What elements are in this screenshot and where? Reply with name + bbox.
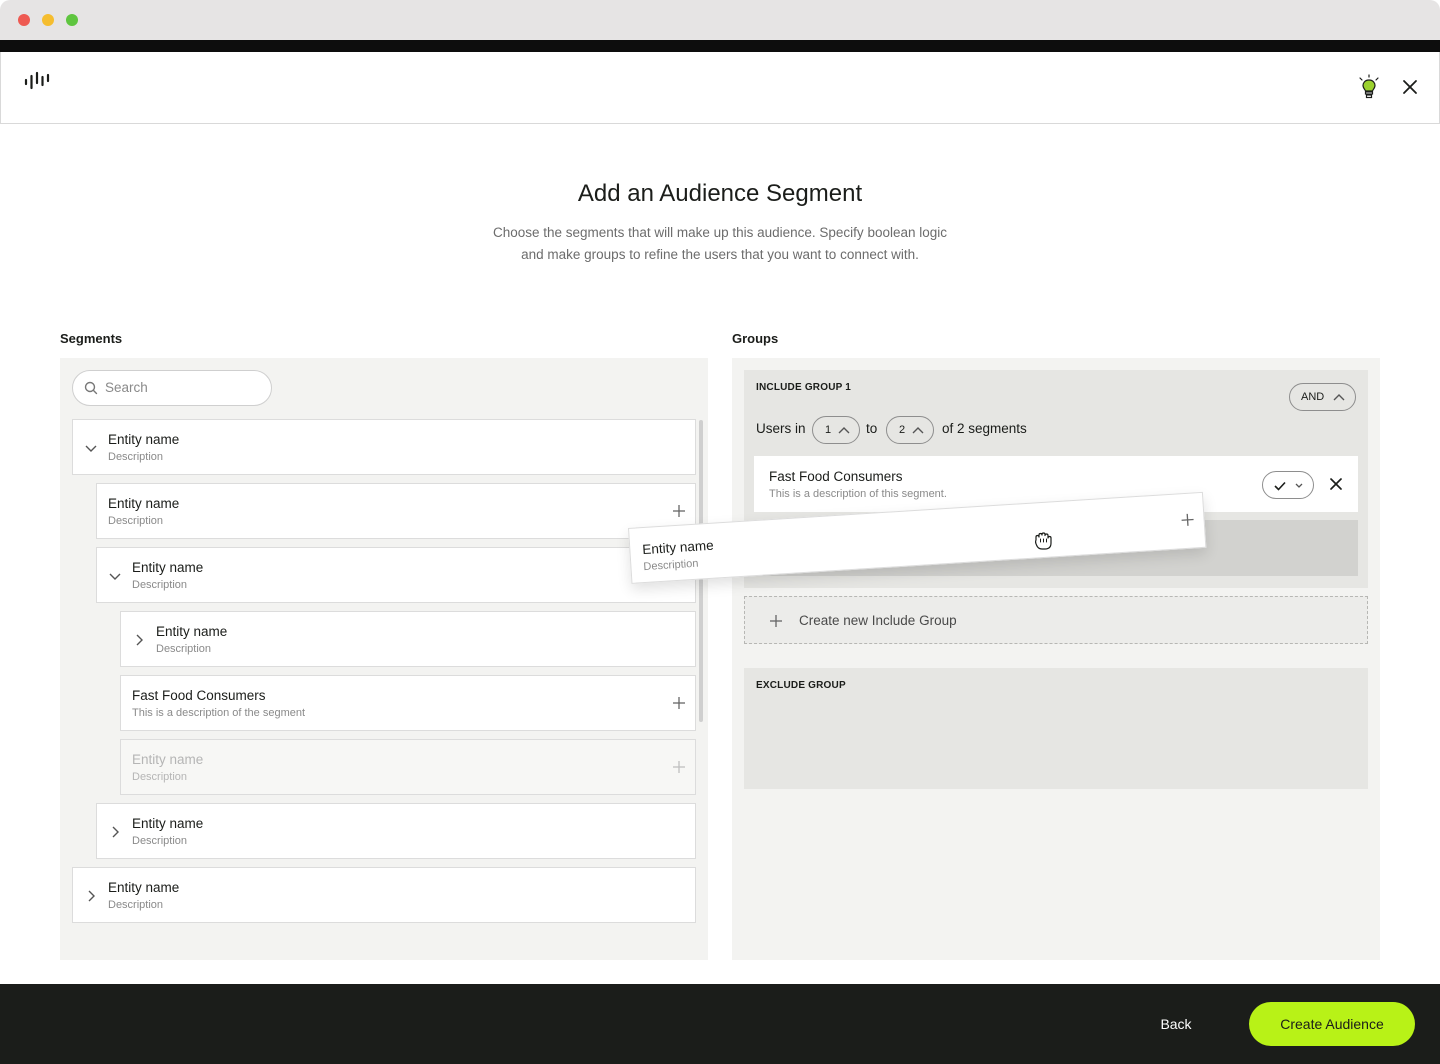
- create-audience-button[interactable]: Create Audience: [1249, 1002, 1415, 1046]
- chevron-up-icon: [1333, 394, 1345, 401]
- chevron-right-icon[interactable]: [131, 632, 147, 653]
- min-value: 1: [825, 424, 832, 436]
- min-stepper[interactable]: 1: [812, 416, 860, 444]
- page-subtitle: Choose the segments that will make up th…: [470, 222, 970, 266]
- plus-icon[interactable]: [1179, 511, 1196, 533]
- chevron-down-icon: [1295, 483, 1303, 488]
- max-stepper[interactable]: 2: [886, 416, 934, 444]
- page-title: Add an Audience Segment: [577, 180, 863, 207]
- window-maximize-dot[interactable]: [66, 14, 78, 26]
- search-input[interactable]: Search: [72, 370, 272, 406]
- segment-name: Fast Food Consumers: [769, 469, 903, 484]
- tree-row[interactable]: Entity name Description: [96, 483, 696, 539]
- grab-cursor-icon: [1031, 530, 1055, 557]
- window-close-dot[interactable]: [18, 14, 30, 26]
- subtitle-line: and make groups to refine the users that…: [521, 247, 919, 262]
- row-description: Description: [132, 771, 188, 783]
- close-icon[interactable]: [1401, 78, 1419, 101]
- check-icon: [1274, 481, 1286, 491]
- tree-row-placeholder: Entity name Description: [120, 739, 696, 795]
- row-name: Entity name: [132, 752, 204, 767]
- users-in-label: Users in: [756, 421, 806, 436]
- row-name: Entity name: [641, 537, 715, 558]
- footer-bar: [0, 984, 1440, 1064]
- of-segments-label: of 2 segments: [942, 421, 1027, 436]
- chevron-right-icon[interactable]: [83, 888, 99, 909]
- segment-description: This is a description of this segment.: [769, 488, 947, 500]
- subtitle-line: Choose the segments that will make up th…: [492, 225, 948, 240]
- plus-icon: [770, 615, 782, 627]
- tree-row[interactable]: Fast Food Consumers This is a descriptio…: [120, 675, 696, 731]
- logic-value: AND: [1301, 391, 1325, 403]
- chevron-right-icon[interactable]: [107, 824, 123, 845]
- row-description: Description: [108, 899, 164, 911]
- plus-icon[interactable]: [671, 695, 687, 716]
- back-button[interactable]: Back: [1144, 1002, 1208, 1046]
- row-description: Description: [132, 835, 188, 847]
- remove-segment-icon[interactable]: [1329, 477, 1343, 496]
- waveform-logo-icon[interactable]: [23, 70, 51, 97]
- row-description: This is a description of the segment: [132, 707, 306, 719]
- chevron-up-icon: [912, 427, 924, 434]
- row-description: Description: [132, 579, 188, 591]
- groups-label: Groups: [732, 331, 779, 346]
- tree-row[interactable]: Entity name Description: [96, 803, 696, 859]
- create-include-group-label: Create new Include Group: [799, 613, 957, 628]
- row-name: Fast Food Consumers: [132, 688, 266, 703]
- segments-label: Segments: [60, 331, 123, 346]
- row-name: Entity name: [156, 624, 228, 639]
- tree-row[interactable]: Entity name Description: [96, 547, 696, 603]
- chevron-down-icon[interactable]: [107, 568, 123, 589]
- search-placeholder: Search: [105, 380, 148, 395]
- plus-icon: [671, 759, 687, 780]
- include-toggle[interactable]: [1262, 471, 1314, 499]
- chevron-down-icon[interactable]: [83, 440, 99, 461]
- create-include-group-button[interactable]: Create new Include Group: [744, 596, 1368, 644]
- search-icon: [84, 381, 98, 400]
- window-titlebar: [0, 0, 1440, 40]
- logic-select[interactable]: AND: [1289, 383, 1356, 411]
- row-name: Entity name: [108, 432, 180, 447]
- row-name: Entity name: [108, 496, 180, 511]
- include-group-title: INCLUDE GROUP 1: [756, 382, 852, 393]
- chevron-up-icon: [838, 427, 850, 434]
- row-description: Description: [156, 643, 212, 655]
- row-name: Entity name: [108, 880, 180, 895]
- tree-row[interactable]: Entity name Description: [120, 611, 696, 667]
- lightbulb-icon[interactable]: [1357, 74, 1381, 105]
- tree-row[interactable]: Entity name Description: [72, 867, 696, 923]
- plus-icon[interactable]: [671, 503, 687, 524]
- top-bar: [0, 40, 1440, 52]
- row-description: Description: [108, 451, 164, 463]
- row-name: Entity name: [132, 816, 204, 831]
- row-name: Entity name: [132, 560, 204, 575]
- row-description: Description: [643, 557, 699, 574]
- max-value: 2: [899, 424, 906, 436]
- to-label: to: [866, 421, 878, 436]
- app-header: [0, 52, 1440, 124]
- window-minimize-dot[interactable]: [42, 14, 54, 26]
- tree-row[interactable]: Entity name Description: [72, 419, 696, 475]
- exclude-group-title: EXCLUDE GROUP: [756, 680, 846, 691]
- row-description: Description: [108, 515, 164, 527]
